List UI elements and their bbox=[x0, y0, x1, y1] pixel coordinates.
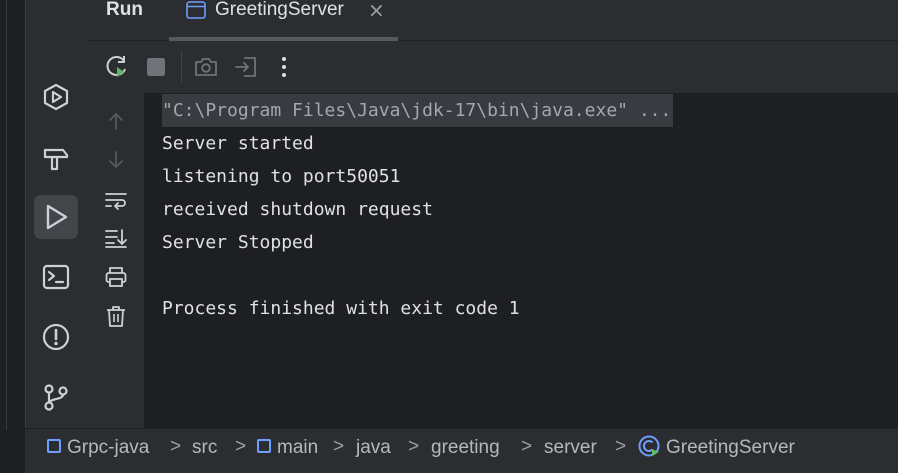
breadcrumb-item-java[interactable]: java bbox=[356, 437, 391, 459]
printer-icon bbox=[105, 267, 127, 287]
run-tool-header: Run GreetingServer × bbox=[87, 0, 898, 41]
problems-tool-button[interactable] bbox=[34, 315, 78, 359]
more-options-button[interactable] bbox=[271, 54, 297, 80]
tab-greetingserver[interactable]: GreetingServer × bbox=[169, 0, 398, 41]
rerun-button[interactable] bbox=[104, 54, 130, 80]
folder-icon bbox=[257, 438, 271, 453]
scroll-down-button[interactable] bbox=[103, 147, 129, 173]
console-line: Server Stopped bbox=[162, 232, 314, 253]
breadcrumb-item-greeting[interactable]: greeting bbox=[431, 437, 500, 459]
export-button[interactable] bbox=[233, 54, 259, 80]
tool-window-title: Run bbox=[106, 0, 143, 20]
git-tool-button[interactable] bbox=[34, 375, 78, 419]
arrow-up-icon bbox=[109, 113, 123, 130]
edge-divider bbox=[6, 0, 7, 430]
toolbar-separator bbox=[181, 52, 182, 82]
git-branch-icon bbox=[44, 384, 68, 411]
soft-wrap-button[interactable] bbox=[103, 187, 129, 213]
breadcrumb-item-greetingserver[interactable]: GreetingServer bbox=[638, 435, 795, 459]
tool-window-stripe bbox=[25, 0, 88, 428]
soft-wrap-icon bbox=[105, 193, 127, 210]
run-icon bbox=[46, 204, 68, 230]
services-tool-button[interactable] bbox=[34, 75, 78, 119]
console-line: listening to port50051 bbox=[162, 166, 401, 187]
breadcrumb-item-src[interactable]: src bbox=[192, 437, 217, 459]
problems-icon bbox=[42, 323, 70, 351]
breadcrumb-separator: > bbox=[170, 436, 182, 457]
console-exit-line: Process finished with exit code 1 bbox=[162, 298, 520, 319]
run-toolbar bbox=[87, 41, 898, 93]
exit-icon bbox=[235, 57, 256, 77]
terminal-icon bbox=[42, 264, 70, 290]
window-icon bbox=[186, 1, 206, 19]
tab-label: GreetingServer bbox=[215, 0, 344, 20]
breadcrumb-separator: > bbox=[615, 436, 627, 457]
print-button[interactable] bbox=[103, 264, 129, 290]
services-icon bbox=[43, 83, 69, 111]
rerun-icon bbox=[106, 56, 126, 77]
breadcrumb-separator: > bbox=[521, 436, 533, 457]
scroll-up-button[interactable] bbox=[103, 108, 129, 134]
breadcrumb-separator: > bbox=[333, 436, 345, 457]
clear-all-button[interactable] bbox=[103, 303, 129, 329]
breadcrumb-item-grpc-java[interactable]: Grpc-java bbox=[47, 437, 149, 459]
hammer-icon bbox=[43, 148, 69, 171]
close-icon[interactable]: × bbox=[368, 0, 385, 22]
terminal-tool-button[interactable] bbox=[34, 255, 78, 299]
arrow-down-icon bbox=[109, 151, 123, 168]
breadcrumb-item-server[interactable]: server bbox=[544, 437, 597, 459]
stop-button[interactable] bbox=[143, 54, 169, 80]
console-line: received shutdown request bbox=[162, 199, 433, 220]
breadcrumb-separator: > bbox=[408, 436, 420, 457]
console-side-toolbar bbox=[87, 93, 144, 428]
console-output[interactable]: "C:\Program Files\Java\jdk-17\bin\java.e… bbox=[144, 93, 898, 428]
java-class-icon bbox=[638, 435, 660, 457]
build-tool-button[interactable] bbox=[34, 135, 78, 179]
stop-icon bbox=[147, 58, 165, 76]
camera-icon bbox=[195, 58, 217, 76]
trash-icon bbox=[107, 306, 125, 327]
scroll-to-end-icon bbox=[105, 229, 127, 248]
more-icon bbox=[282, 57, 286, 77]
navigation-breadcrumb: Grpc-java > src > main > java > greeting… bbox=[25, 428, 898, 473]
scroll-to-end-button[interactable] bbox=[103, 225, 129, 251]
breadcrumb-item-main[interactable]: main bbox=[257, 437, 318, 459]
run-tool-button[interactable] bbox=[34, 195, 78, 239]
module-icon bbox=[47, 438, 61, 453]
console-command-line: "C:\Program Files\Java\jdk-17\bin\java.e… bbox=[162, 94, 674, 127]
screenshot-button[interactable] bbox=[193, 54, 219, 80]
breadcrumb-separator: > bbox=[235, 436, 247, 457]
window-edge bbox=[0, 0, 25, 472]
console-line: Server started bbox=[162, 133, 314, 154]
